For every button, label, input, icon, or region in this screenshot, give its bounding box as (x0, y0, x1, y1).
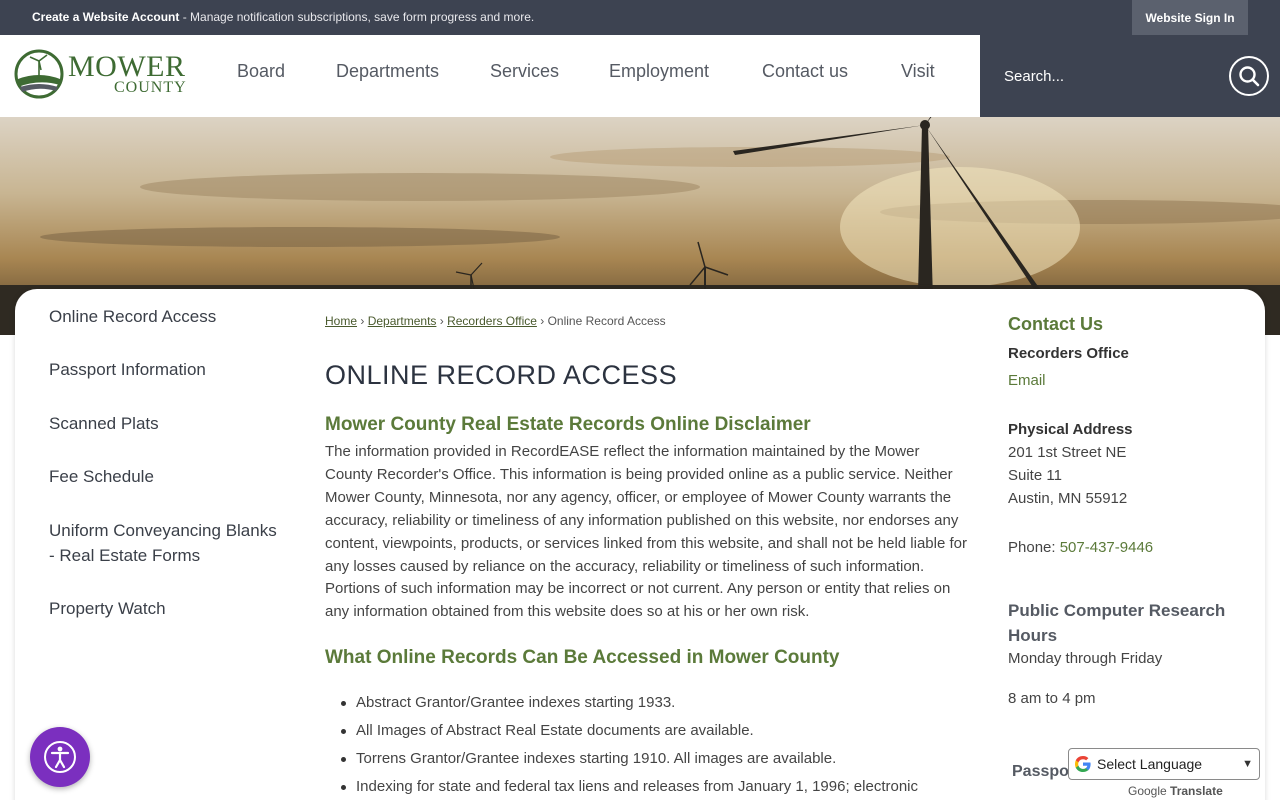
language-select[interactable]: Select Language ▼ (1068, 748, 1260, 780)
research-hours-heading: Public Computer Research Hours (1008, 601, 1226, 645)
research-hours-time: 8 am to 4 pm (1008, 690, 1096, 707)
site-header: MOWER COUNTY Board Departments Services … (0, 35, 980, 117)
website-sign-in-button[interactable]: Website Sign In (1132, 0, 1248, 35)
contact-us-heading: Contact Us (1008, 314, 1104, 334)
online-records-heading: What Online Records Can Be Accessed in M… (325, 647, 840, 668)
sidebar-item-passport-information[interactable]: Passport Information (49, 357, 279, 382)
create-account-description: - Manage notification subscriptions, sav… (179, 10, 535, 24)
nav-board[interactable]: Board (237, 61, 285, 82)
search-icon (1239, 66, 1260, 87)
contact-email-link[interactable]: Email (1008, 372, 1046, 389)
breadcrumb-separator: › (540, 314, 545, 328)
online-records-list: Abstract Grantor/Grantee indexes startin… (340, 689, 960, 800)
nav-employment[interactable]: Employment (609, 61, 709, 82)
breadcrumb-separator: › (439, 314, 444, 328)
breadcrumb-recorders-office-link[interactable]: Recorders Office (447, 314, 537, 328)
phone-number-link[interactable]: 507-437-9446 (1060, 539, 1153, 556)
contact-office-name: Recorders Office (1008, 345, 1129, 362)
sidebar-item-fee-schedule[interactable]: Fee Schedule (49, 464, 279, 489)
breadcrumb-separator: › (360, 314, 365, 328)
notification-bar: Create a Website Account - Manage notifi… (0, 0, 1280, 35)
google-g-icon (1075, 756, 1091, 772)
search-button[interactable] (1229, 56, 1269, 96)
accessibility-menu-button[interactable] (30, 727, 90, 787)
phone-label: Phone: (1008, 539, 1060, 556)
translate-wordmark: Translate (1170, 784, 1223, 798)
disclaimer-heading: Mower County Real Estate Records Online … (325, 414, 811, 435)
contact-phone: Phone: 507-437-9446 (1008, 539, 1153, 556)
google-wordmark: Google (1128, 784, 1167, 798)
powered-by-google-translate[interactable]: Google Translate (1128, 784, 1223, 798)
search-panel (980, 35, 1280, 117)
page-title: ONLINE RECORD ACCESS (325, 360, 678, 390)
address-line-2: Suite 11 (1008, 467, 1062, 484)
sidebar-item-uniform-conveyancing-blanks[interactable]: Uniform Conveyancing Blanks - Real Estat… (49, 518, 279, 568)
disclaimer-paragraph: The information provided in RecordEASE r… (325, 443, 967, 621)
breadcrumb-home-link[interactable]: Home (325, 314, 357, 328)
create-account-link[interactable]: Create a Website Account (32, 10, 179, 24)
list-item: Indexing for state and federal tax liens… (340, 773, 960, 800)
sidebar-item-scanned-plats[interactable]: Scanned Plats (49, 411, 279, 436)
list-item: Abstract Grantor/Grantee indexes startin… (340, 689, 960, 717)
logo-text-mower: MOWER (68, 50, 186, 83)
address-line-1: 201 1st Street NE (1008, 444, 1127, 461)
wind-turbine-logo-icon (14, 49, 64, 99)
logo-text-county: COUNTY (114, 79, 187, 96)
physical-address-label: Physical Address (1008, 421, 1133, 438)
breadcrumb-departments-link[interactable]: Departments (368, 314, 437, 328)
nav-contact-us[interactable]: Contact us (762, 61, 848, 82)
create-account-message[interactable]: Create a Website Account - Manage notifi… (32, 10, 534, 24)
sidebar-item-property-watch[interactable]: Property Watch (49, 596, 279, 621)
accessibility-icon (44, 741, 76, 773)
mower-county-logo[interactable]: MOWER COUNTY (14, 49, 189, 101)
nav-services[interactable]: Services (490, 61, 559, 82)
address-line-3: Austin, MN 55912 (1008, 490, 1128, 507)
nav-departments[interactable]: Departments (336, 61, 439, 82)
language-select-label: Select Language (1097, 756, 1203, 772)
sidebar-item-online-record-access[interactable]: Online Record Access (49, 304, 279, 329)
list-item: Torrens Grantor/Grantee indexes starting… (340, 745, 960, 773)
chevron-down-icon: ▼ (1242, 758, 1253, 770)
search-input[interactable] (1004, 59, 1204, 93)
breadcrumb-current: Online Record Access (547, 314, 666, 328)
list-item: All Images of Abstract Real Estate docum… (340, 717, 960, 745)
breadcrumb: Home › Departments › Recorders Office › … (325, 314, 666, 328)
research-hours-days: Monday through Friday (1008, 650, 1163, 667)
nav-visit[interactable]: Visit (901, 61, 935, 82)
